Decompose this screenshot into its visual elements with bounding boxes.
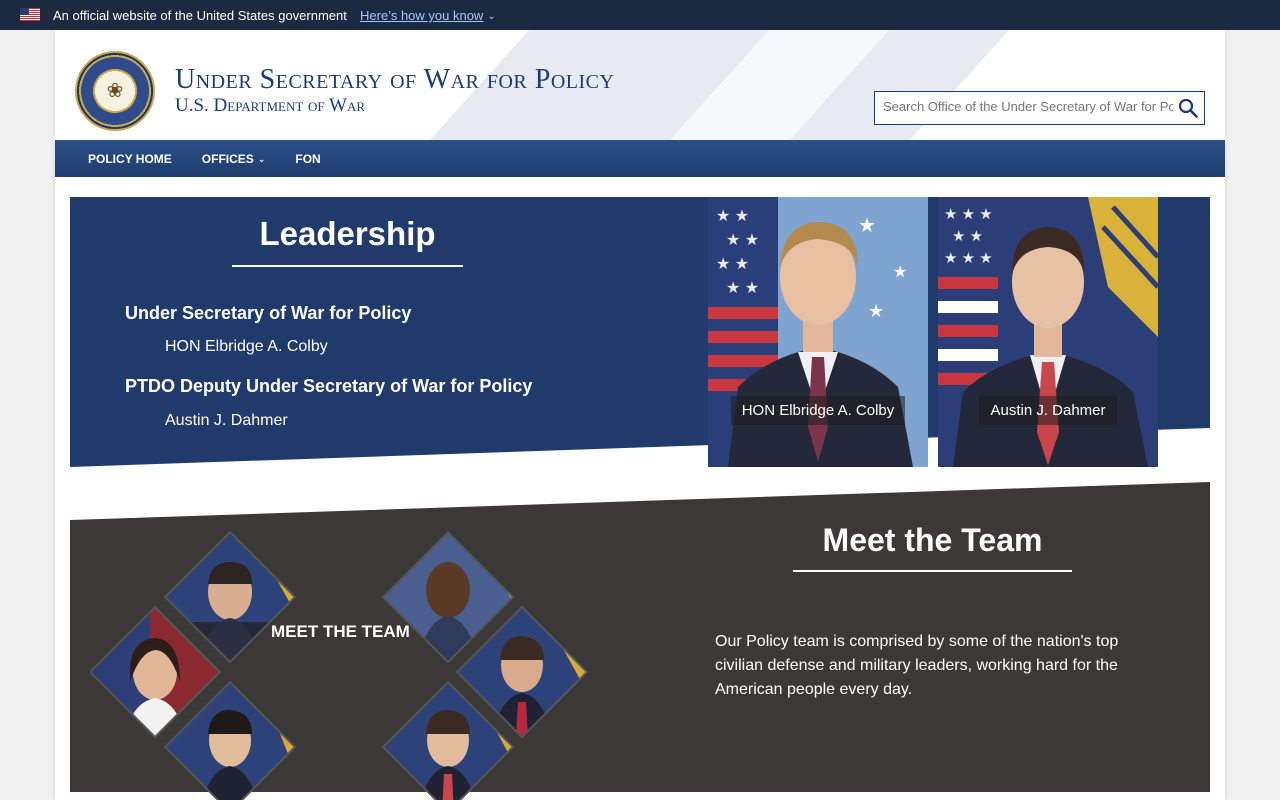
gov-banner: An official website of the United States… (0, 0, 1280, 30)
main-nav: POLICY HOME OFFICES ⌄ FON (55, 140, 1225, 177)
us-flag-icon (20, 8, 40, 21)
nav-item-offices-label: OFFICES (201, 151, 254, 166)
search-icon[interactable] (1178, 98, 1198, 118)
team-description: Our Policy team is comprised by some of … (715, 633, 1119, 698)
leadership-name[interactable]: HON Elbridge A. Colby (165, 338, 328, 356)
svg-text:★: ★ (858, 215, 876, 237)
portrait-photo: ★ ★ ★ ★ ★ ★ ★ ★ (938, 197, 1158, 467)
leadership-section: Leadership Under Secretary of War for Po… (70, 197, 1210, 467)
svg-text:★ ★: ★ ★ (726, 280, 759, 297)
chevron-down-icon: ⌄ (257, 153, 266, 164)
portrait-caption: HON Elbridge A. Colby (708, 396, 928, 425)
site-title[interactable]: Under Secretary of War for Policy (175, 64, 614, 96)
team-heading: Meet the Team (822, 522, 1043, 558)
svg-text:★ ★: ★ ★ (716, 256, 749, 273)
leadership-role: PTDO Deputy Under Secretary of War for P… (125, 376, 533, 396)
meet-the-team-link[interactable]: MEET THE TEAM (271, 622, 410, 642)
eagle-icon: ❀ (106, 80, 124, 102)
portrait-caption-text: Austin J. Dahmer (979, 396, 1117, 425)
svg-text:★ ★ ★: ★ ★ ★ (944, 206, 993, 223)
department-seal-logo[interactable]: ❀ (75, 51, 155, 131)
search-input[interactable] (883, 99, 1173, 114)
gov-banner-text: An official website of the United States… (53, 8, 347, 23)
svg-text:★: ★ (893, 264, 907, 281)
svg-text:★: ★ (868, 301, 884, 321)
nav-item-offices[interactable]: OFFICES ⌄ (187, 152, 281, 166)
chevron-down-icon: ⌄ (487, 11, 496, 22)
portrait-caption-text: HON Elbridge A. Colby (730, 396, 906, 425)
heres-how-you-know-link[interactable]: Here’s how you know ⌄ (360, 8, 496, 23)
team-section: MEET THE TEAM Meet the Team Our Policy t… (70, 482, 1210, 800)
svg-text:★ ★ ★: ★ ★ ★ (944, 250, 993, 267)
portrait-card[interactable]: ★ ★ ★ ★ ★ ★ ★ ★ Austin J. Dahmer (938, 197, 1158, 467)
heres-how-you-know-label: Here’s how you know (360, 8, 484, 23)
leadership-role: Under Secretary of War for Policy (125, 303, 412, 323)
svg-text:★ ★: ★ ★ (716, 208, 749, 225)
portrait-photo: ★ ★ ★ ★ ★ ★ ★ ★ ★ ★ ★ (708, 197, 928, 467)
portrait-caption: Austin J. Dahmer (938, 396, 1158, 425)
leadership-name[interactable]: Austin J. Dahmer (165, 412, 288, 430)
nav-item-policy-home[interactable]: POLICY HOME (55, 152, 187, 166)
site-subtitle[interactable]: U.S. Department of War (175, 95, 365, 117)
leadership-heading: Leadership (259, 215, 436, 252)
heading-underline (232, 265, 463, 267)
nav-item-fon[interactable]: FON (280, 152, 335, 166)
svg-text:★ ★: ★ ★ (952, 228, 983, 245)
portrait-card[interactable]: ★ ★ ★ ★ ★ ★ ★ ★ ★ ★ ★ HON Elbridge A. Co… (708, 197, 928, 467)
team-photo-collage[interactable] (90, 522, 590, 800)
site-header: ❀ Under Secretary of War for Policy U.S.… (55, 30, 1225, 140)
search-box (874, 91, 1205, 125)
svg-text:★ ★: ★ ★ (726, 232, 759, 249)
heading-underline (793, 570, 1072, 572)
